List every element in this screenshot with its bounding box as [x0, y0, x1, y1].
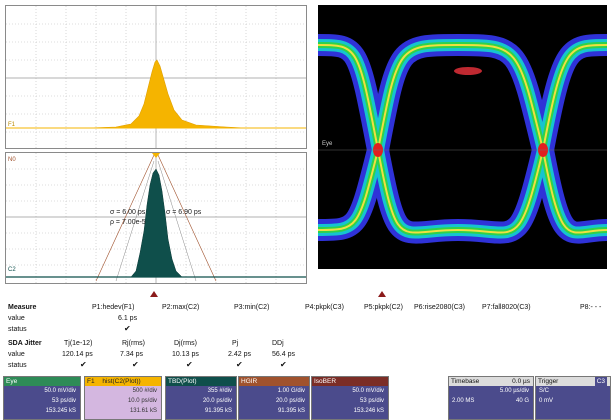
tile-tbd-header: TBD(Plot): [166, 377, 236, 386]
bottom-panel-label: C2: [8, 267, 16, 273]
tile-hgir-header: HGIR: [239, 377, 309, 386]
tile-isober-header: IsoBER: [312, 377, 388, 386]
tile-hgir-row-2: 20.0 ps/div: [275, 398, 305, 404]
eye-panel-label: Eye: [322, 141, 333, 147]
top-histogram-svg: [6, 6, 306, 148]
jitter-check-1-icon: ✔: [80, 360, 87, 369]
yellow-histogram-shape: [85, 59, 247, 129]
descriptor-bar: Eye 50.0 mV/div 53 ps/div 153.245 kS F1 …: [0, 374, 613, 420]
timebase-value4: 40 G: [515, 398, 529, 404]
tile-hgir-row-1: 1.00 G/div: [277, 388, 305, 394]
jitter-col-2: Rj(rms): [122, 340, 145, 347]
measure-param-7[interactable]: P7:fall8020(C3): [482, 304, 531, 311]
tile-f1-row-2: 10.0 ps/div: [127, 398, 157, 404]
tile-tbd-row-1: 355 #/div: [207, 388, 232, 394]
measure-status-label: status: [8, 326, 27, 333]
measure-value-label: value: [8, 315, 25, 322]
eye-diagram-panel: Eye: [307, 5, 613, 269]
tile-f1-sublabel: hist(C2(Plot)): [102, 378, 141, 385]
jitter-check-5-icon: ✔: [280, 360, 287, 369]
jitter-val-3: 10.13 ps: [172, 351, 199, 358]
timebase-row-3: 2.00 MS 40 G: [449, 396, 533, 406]
mid-panel-label: N0: [8, 157, 16, 163]
measurement-table: Measure P1:hedev(F1) P2:max(C2) P3:min(C…: [0, 300, 613, 374]
tile-timebase-header: Timebase 0.0 µs: [449, 377, 533, 386]
sigma-right-label: σ = 6.90 ps: [166, 209, 202, 216]
tile-f1-label: F1: [87, 378, 95, 385]
tile-f1-row-3: 131.61 kS: [129, 408, 157, 414]
tile-eye-header: Eye: [4, 377, 80, 386]
rho-left-label: ρ = 7.00e-5: [110, 219, 146, 226]
tile-isober[interactable]: IsoBER 50.0 mV/div 53 ps/div 153.246 kS: [311, 376, 389, 420]
tile-timebase[interactable]: Timebase 0.0 µs 5.00 µs/div 2.00 MS 40 G: [448, 376, 534, 420]
tile-tbd-row-2: 20.0 ps/div: [202, 398, 232, 404]
tile-isober-row-1: 50.0 mV/div: [352, 388, 384, 394]
measure-status-check-icon: ✔: [124, 324, 131, 333]
jitter-check-4-icon: ✔: [236, 360, 243, 369]
marker-left-icon: [150, 291, 158, 297]
measure-param-6[interactable]: P6:rise2080(C3): [414, 304, 465, 311]
jitter-col-5: DDj: [272, 340, 284, 347]
measure-param-1[interactable]: P1:hedev(F1): [92, 304, 134, 311]
tile-f1-header: F1 hist(C2(Plot)): [85, 377, 161, 386]
jitter-check-3-icon: ✔: [186, 360, 193, 369]
timebase-value2: 5.00 µs/div: [499, 388, 529, 394]
tile-eye[interactable]: Eye 50.0 mV/div 53 ps/div 153.245 kS: [3, 376, 81, 420]
trigger-value1: S/C: [539, 388, 550, 394]
tile-hgir-row-3: 91.395 kS: [277, 408, 305, 414]
timebase-value3: 2.00 MS: [452, 398, 475, 404]
jitter-check-2-icon: ✔: [132, 360, 139, 369]
jitter-val-1: 120.14 ps: [62, 351, 93, 358]
jitter-val-4: 2.42 ps: [228, 351, 251, 358]
tile-f1[interactable]: F1 hist(C2(Plot)) 500 #/div 10.0 ps/div …: [84, 376, 162, 420]
tile-tbd[interactable]: TBD(Plot) 355 #/div 20.0 ps/div 91.395 k…: [165, 376, 237, 420]
measure-param-3[interactable]: P3:min(C2): [234, 304, 269, 311]
tile-eye-row-1: 50.0 mV/div: [44, 388, 76, 394]
jitter-val-5: 56.4 ps: [272, 351, 295, 358]
marker-strip: [150, 291, 386, 297]
measure-value-1: 6.1 ps: [118, 315, 138, 322]
jitter-value-label: value: [8, 351, 25, 358]
tile-trigger[interactable]: Trigger C3 S/C 0 mV: [535, 376, 611, 420]
top-histogram-panel: F1: [5, 5, 307, 149]
top-panel-label: F1: [8, 122, 16, 128]
trigger-label: Trigger: [538, 378, 559, 385]
measure-param-8[interactable]: P8:- - -: [580, 304, 601, 311]
jitter-col-3: Dj(rms): [174, 340, 197, 347]
tile-isober-row-2: 53 ps/div: [359, 398, 384, 404]
jitter-status-label: status: [8, 362, 27, 369]
jitter-col-4: Pj: [232, 340, 239, 347]
marker-right-icon: [378, 291, 386, 297]
tile-trigger-header: Trigger C3: [536, 377, 610, 386]
sigma-left-label: σ = 6.00 ps: [110, 209, 146, 216]
measure-param-4[interactable]: P4:pkpk(C3): [305, 304, 344, 311]
tile-eye-row-2: 53 ps/div: [51, 398, 76, 404]
trigger-badge: C3: [594, 377, 607, 386]
tile-isober-row-3: 153.246 kS: [353, 408, 384, 414]
bottom-histogram-svg: [6, 153, 306, 283]
bottom-histogram-panel: N0 C2 σ = 6.00 ps ρ = 7.00e-5 σ = 6.90 p…: [5, 152, 307, 284]
jitter-col-1: Tj(1e-12): [64, 340, 93, 347]
jitter-val-2: 7.34 ps: [120, 351, 143, 358]
trigger-value2: 0 mV: [539, 398, 554, 404]
measure-title: Measure: [8, 304, 37, 311]
measure-param-5[interactable]: P5:pkpk(C2): [364, 304, 403, 311]
timebase-value1: 0.0 µs: [512, 378, 530, 385]
tile-eye-row-3: 153.245 kS: [45, 408, 76, 414]
measure-param-2[interactable]: P2:max(C2): [162, 304, 199, 311]
timebase-label: Timebase: [451, 378, 480, 385]
eye-diagram-svg: [307, 33, 613, 244]
tile-hgir[interactable]: HGIR 1.00 G/div 20.0 ps/div 91.395 kS: [238, 376, 310, 420]
tile-f1-row-1: 500 #/div: [132, 388, 157, 394]
tile-tbd-row-3: 91.395 kS: [204, 408, 232, 414]
jitter-title: SDA Jitter: [8, 340, 42, 347]
